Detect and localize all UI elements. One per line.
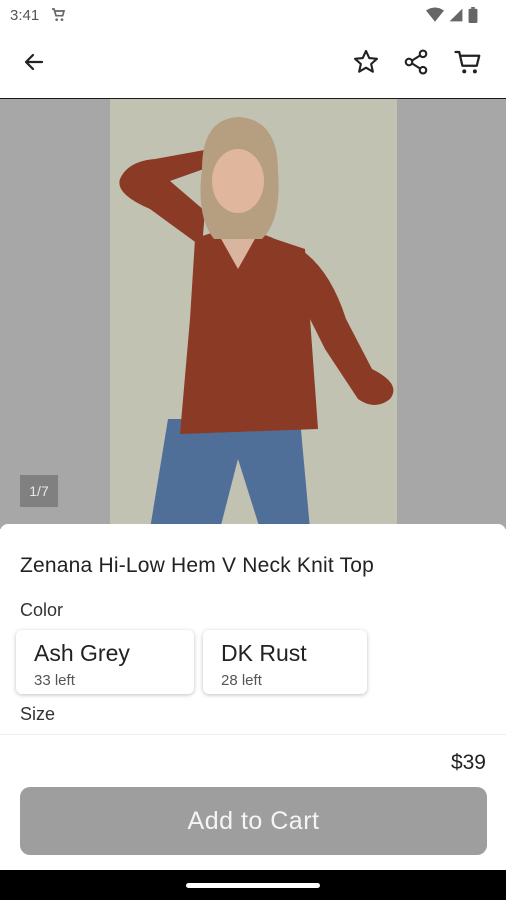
product-options-sheet: Zenana Hi-Low Hem V Neck Knit Top Color …: [0, 524, 506, 734]
product-image-carousel[interactable]: 1/7: [0, 99, 506, 529]
wifi-icon: [426, 7, 444, 28]
status-time: 3:41: [10, 7, 40, 24]
status-bar: 3:41: [0, 0, 506, 32]
color-option-stock: 33 left: [34, 672, 75, 689]
color-option-ash-grey[interactable]: Ash Grey 33 left: [16, 630, 194, 694]
home-indicator[interactable]: [186, 883, 320, 888]
purchase-footer: $39 Add to Cart: [0, 734, 506, 871]
image-page-indicator: 1/7: [20, 475, 58, 507]
product-title: Zenana Hi-Low Hem V Neck Knit Top: [20, 554, 375, 577]
color-option-dk-rust[interactable]: DK Rust 28 left: [203, 630, 367, 694]
top-toolbar: [0, 32, 506, 99]
add-to-cart-button[interactable]: Add to Cart: [20, 787, 487, 855]
cell-signal-icon: [448, 7, 464, 28]
status-cart-icon: [50, 7, 66, 28]
size-label: Size: [20, 704, 56, 724]
share-button[interactable]: [396, 44, 436, 84]
status-indicators: [426, 7, 478, 28]
battery-icon: [468, 7, 478, 28]
color-option-name: DK Rust: [221, 640, 307, 666]
color-option-name: Ash Grey: [34, 640, 130, 666]
share-icon: [402, 48, 430, 81]
cart-icon: [453, 47, 483, 82]
arrow-left-icon: [22, 50, 46, 79]
star-icon: [352, 48, 380, 81]
favorite-button[interactable]: [346, 44, 386, 84]
cart-button[interactable]: [448, 44, 488, 84]
product-price: $39: [450, 751, 486, 774]
system-nav-bar: [0, 870, 506, 900]
color-option-stock: 28 left: [221, 672, 262, 689]
color-label: Color: [20, 600, 64, 620]
product-photo: [110, 99, 397, 529]
back-button[interactable]: [14, 44, 54, 84]
